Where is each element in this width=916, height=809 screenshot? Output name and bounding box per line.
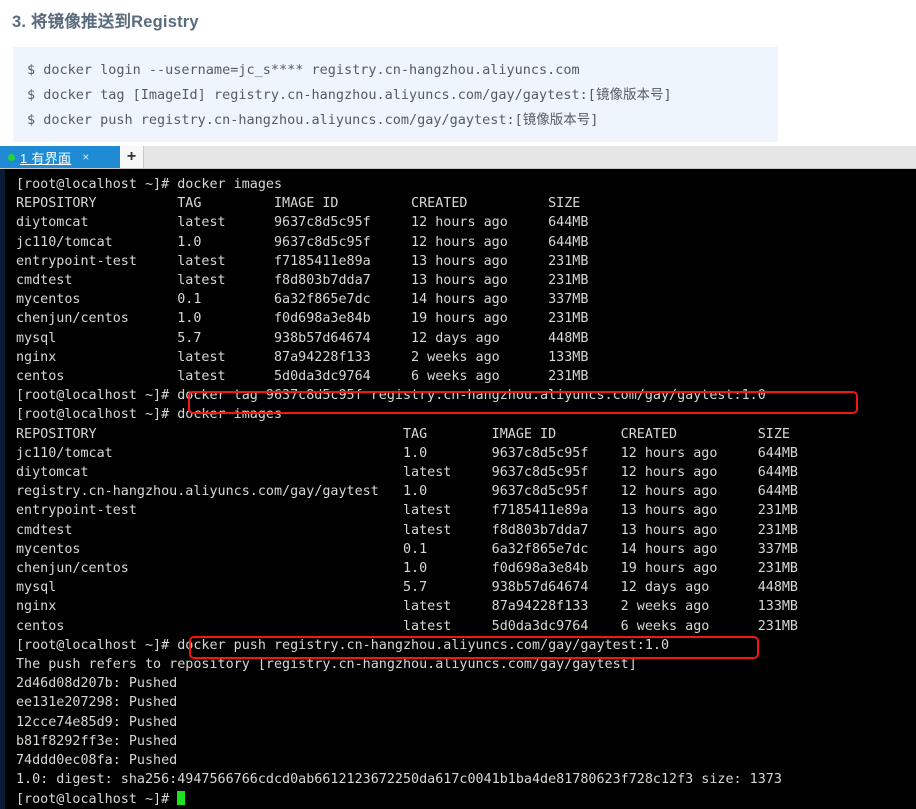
terminal-line: 2d46d08d207b: Pushed — [16, 676, 178, 692]
terminal-line: entrypoint-test latest f7185411e89a 13 h… — [16, 503, 798, 519]
terminal-line: diytomcat latest 9637c8d5c95f 12 hours a… — [16, 465, 798, 481]
terminal-line: mycentos 0.1 6a32f865e7dc 14 hours ago 3… — [16, 292, 589, 308]
terminal-line: REPOSITORY TAG IMAGE ID CREATED SIZE — [16, 426, 790, 442]
close-icon[interactable]: × — [82, 151, 89, 163]
terminal-line: mysql 5.7 938b57d64674 12 days ago 448MB — [16, 580, 798, 596]
terminal-line: entrypoint-test latest f7185411e89a 13 h… — [16, 253, 589, 269]
terminal-line: b81f8292ff3e: Pushed — [16, 733, 178, 749]
terminal-line: nginx latest 87a94228f133 2 weeks ago 13… — [16, 349, 589, 365]
terminal-line: chenjun/centos 1.0 f0d698a3e84b 19 hours… — [16, 311, 589, 327]
terminal-line: cmdtest latest f8d803b7dda7 13 hours ago… — [16, 273, 589, 289]
terminal-prompt-line: [root@localhost ~]# — [5, 790, 911, 809]
text-cursor — [177, 790, 186, 805]
terminal-line: 1.0: digest: sha256:4947566766cdcd0ab661… — [16, 772, 782, 788]
terminal-line: 74ddd0ec08fa: Pushed — [16, 753, 178, 769]
connection-status-dot-icon — [8, 153, 15, 161]
add-tab-button[interactable]: + — [120, 146, 144, 168]
terminal-line: centos latest 5d0da3dc9764 6 weeks ago 2… — [16, 618, 798, 634]
code-block: $ docker login --username=jc_s**** regis… — [13, 47, 778, 142]
terminal-line: [root@localhost ~]# docker images — [16, 407, 283, 423]
terminal-line: The push refers to repository [registry.… — [16, 657, 637, 673]
terminal-line: mysql 5.7 938b57d64674 12 days ago 448MB — [16, 330, 589, 346]
terminal-line: jc110/tomcat 1.0 9637c8d5c95f 12 hours a… — [16, 445, 798, 461]
terminal-line: diytomcat latest 9637c8d5c95f 12 hours a… — [16, 215, 589, 231]
terminal-line: registry.cn-hangzhou.aliyuncs.com/gay/ga… — [16, 484, 798, 500]
terminal-line: [root@localhost ~]# docker images — [16, 177, 283, 192]
terminal-line: chenjun/centos 1.0 f0d698a3e84b 19 hours… — [16, 561, 798, 577]
terminal-line: cmdtest latest f8d803b7dda7 13 hours ago… — [16, 522, 798, 538]
page-title: 3. 将镜像推送到Registry — [12, 13, 199, 31]
terminal-window: 1 有界面 × + [root@localhost ~]# docker ima… — [0, 146, 916, 809]
terminal-tab-1[interactable]: 1 有界面 × — [0, 146, 120, 168]
terminal-line: ee131e207298: Pushed — [16, 695, 178, 711]
tab-bar-empty-area — [144, 146, 916, 168]
terminal-line: mycentos 0.1 6a32f865e7dc 14 hours ago 3… — [16, 541, 798, 557]
terminal-output[interactable]: [root@localhost ~]# docker images REPOSIT… — [0, 169, 916, 809]
terminal-line: nginx latest 87a94228f133 2 weeks ago 13… — [16, 599, 798, 615]
article-section: 3. 将镜像推送到Registry — [0, 0, 916, 35]
terminal-line: 12cce74e85d9: Pushed — [16, 714, 178, 730]
code-line: $ docker tag [ImageId] registry.cn-hangz… — [27, 87, 672, 103]
terminal-line: jc110/tomcat 1.0 9637c8d5c95f 12 hours a… — [16, 234, 589, 250]
terminal-line: REPOSITORY TAG IMAGE ID CREATED SIZE — [16, 196, 581, 212]
terminal-line: [root@localhost ~]# docker tag 9637c8d5c… — [16, 388, 766, 404]
terminal-line: [root@localhost ~]# docker push registry… — [16, 637, 670, 653]
code-line: $ docker push registry.cn-hangzhou.aliyu… — [27, 112, 599, 128]
terminal-line: centos latest 5d0da3dc9764 6 weeks ago 2… — [16, 369, 589, 385]
terminal-tab-label: 1 有界面 — [20, 150, 72, 166]
terminal-tab-bar: 1 有界面 × + — [0, 146, 916, 169]
prompt-text: [root@localhost ~]# — [16, 791, 178, 807]
code-line: $ docker login --username=jc_s**** regis… — [27, 62, 580, 78]
